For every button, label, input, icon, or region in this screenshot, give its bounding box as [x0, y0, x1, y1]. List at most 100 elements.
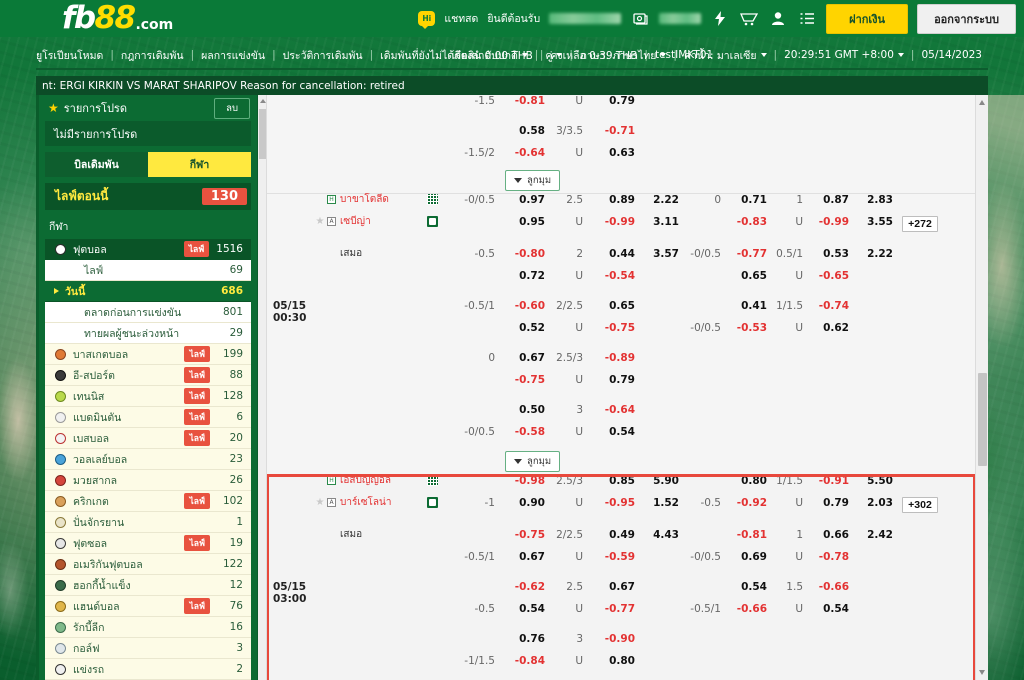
- handicap-odds-value[interactable]: 0.90: [501, 497, 549, 509]
- ou-line-value[interactable]: 3/3.5: [549, 125, 587, 137]
- one-x-two-cell[interactable]: 3.57: [641, 248, 685, 260]
- handicap-value[interactable]: -0.5/1: [451, 551, 501, 563]
- ou-half-line-value[interactable]: 1: [771, 194, 807, 206]
- ou-half-line-value[interactable]: 0.5/1: [771, 248, 807, 260]
- ou-odds-value[interactable]: 0.49: [587, 529, 641, 541]
- handicap-value[interactable]: -0/0.5: [451, 194, 501, 206]
- handicap-odds-value[interactable]: 0.67: [501, 352, 549, 364]
- chat-bubble-icon[interactable]: Hi: [418, 11, 436, 29]
- ou-half-line-value[interactable]: 1/1.5: [771, 300, 807, 312]
- handicap-odds-value[interactable]: 0.50: [501, 404, 549, 416]
- sidebar-sport-item[interactable]: ทายผลผู้ชนะล่วงหน้า 29: [45, 323, 251, 344]
- handicap-odds-value[interactable]: -0.84: [501, 655, 549, 667]
- list-icon[interactable]: [797, 10, 817, 28]
- ou-half-odds-value[interactable]: -0.91: [807, 475, 857, 487]
- one-x-two-cell[interactable]: 2.22: [641, 194, 685, 206]
- ou-half-line-value[interactable]: U: [771, 497, 807, 509]
- ou-odds-value[interactable]: -0.77: [587, 603, 641, 615]
- match-block[interactable]: H บาขาโตลีด -0/0.5 0.97 2.5 0.89 2.22 0 0.71 1 0.8…: [267, 194, 975, 475]
- nav-item-bet-history[interactable]: ประวัติการเดิมพัน: [283, 47, 363, 64]
- ou-odds-value[interactable]: -0.90: [587, 633, 641, 645]
- odds-value[interactable]: 0.63: [587, 147, 641, 159]
- handicap-half-value[interactable]: 0: [685, 194, 727, 206]
- live-stream-icon[interactable]: [427, 194, 438, 205]
- more-markets-button[interactable]: +302: [902, 497, 938, 513]
- ou-odds-value[interactable]: -0.54: [587, 270, 641, 282]
- handicap-odds-value[interactable]: 0.52: [501, 322, 549, 334]
- one-x-two-cell[interactable]: 4.43: [641, 529, 685, 541]
- odds-value[interactable]: 0.58: [501, 125, 549, 137]
- sidebar-sport-item[interactable]: รักบี้ลีก 16: [45, 617, 251, 638]
- inner-scrollbar-left[interactable]: [258, 95, 267, 680]
- ou-half-line-value[interactable]: U: [771, 322, 807, 334]
- corners-button[interactable]: ลูกมุม: [505, 170, 561, 191]
- live-now-row[interactable]: ไลฟ์ตอนนี้ 130: [45, 183, 251, 210]
- home-team-line[interactable]: H เอสปัญญ่อล: [327, 475, 427, 486]
- ou-odds-value[interactable]: 0.54: [587, 426, 641, 438]
- handicap-half-odds-value[interactable]: 0.80: [727, 475, 771, 487]
- ou-odds-value[interactable]: -0.95: [587, 497, 641, 509]
- away-team-line[interactable]: A เซบีญ่า: [327, 216, 427, 227]
- nav-odds-pair[interactable]: คู่: [545, 47, 552, 64]
- ou-half-line-value[interactable]: U: [771, 216, 807, 228]
- home-team-line[interactable]: H บาขาโตลีด: [327, 194, 427, 205]
- ou-odds-value[interactable]: 0.79: [587, 374, 641, 386]
- ou-line-value[interactable]: U: [549, 551, 587, 563]
- handicap-value[interactable]: -0.5: [451, 603, 501, 615]
- sidebar-sport-item[interactable]: ไลฟ์ 69: [45, 260, 251, 281]
- one-x-two-cell[interactable]: 5.90: [641, 475, 685, 487]
- odd-even-cell[interactable]: 5.50: [857, 475, 897, 487]
- odds-value[interactable]: -0.64: [501, 147, 549, 159]
- odd-even-cell[interactable]: 2.22: [857, 248, 897, 260]
- ou-half-odds-value[interactable]: 0.79: [807, 497, 857, 509]
- ou-odds-value[interactable]: -0.99: [587, 216, 641, 228]
- odds-value[interactable]: -0.81: [501, 95, 549, 107]
- ou-odds-value[interactable]: 0.65: [587, 300, 641, 312]
- favorite-star-icon[interactable]: ★: [313, 497, 327, 508]
- sidebar-sport-item[interactable]: วอลเลย์บอล 23: [45, 449, 251, 470]
- ou-line-value[interactable]: U: [549, 270, 587, 282]
- ou-half-line-value[interactable]: 1/1.5: [771, 475, 807, 487]
- handicap-half-value[interactable]: -0/0.5: [685, 322, 727, 334]
- handicap-odds-value[interactable]: 0.72: [501, 270, 549, 282]
- chevron-down-icon[interactable]: [556, 53, 563, 57]
- ou-line-value[interactable]: 2.5: [549, 581, 587, 593]
- scroll-thumb[interactable]: [259, 109, 266, 159]
- handicap-value[interactable]: -1: [451, 497, 501, 509]
- handicap-value[interactable]: -0.5: [451, 248, 501, 260]
- sidebar-sport-item[interactable]: แบดมินตัน ไลฟ์ 6: [45, 407, 251, 428]
- ou-odds-value[interactable]: 0.80: [587, 655, 641, 667]
- odd-even-cell[interactable]: 2.42: [857, 529, 897, 541]
- handicap-odds-value[interactable]: -0.80: [501, 248, 549, 260]
- handicap-half-odds-value[interactable]: 0.71: [727, 194, 771, 206]
- ou-line-value[interactable]: 2/2.5: [549, 529, 587, 541]
- handicap-half-odds-value[interactable]: 0.41: [727, 300, 771, 312]
- ou-half-line-value[interactable]: 1.5: [771, 581, 807, 593]
- ou-line-value[interactable]: U: [549, 655, 587, 667]
- handicap-half-value[interactable]: -0/0.5: [685, 248, 727, 260]
- handicap-half-odds-value[interactable]: -0.53: [727, 322, 771, 334]
- lightning-icon[interactable]: [710, 10, 730, 28]
- handicap-half-value[interactable]: -0/0.5: [685, 551, 727, 563]
- handicap-value[interactable]: -1.5: [451, 95, 501, 107]
- sidebar-sport-item[interactable]: ฮอกกี้น้ำแข็ง 12: [45, 575, 251, 596]
- ou-line-value[interactable]: U: [549, 95, 587, 107]
- nav-language[interactable]: ภาษา: ภาษาไทย: [580, 47, 657, 64]
- nav-odds-type[interactable]: ค่าน้ำ: มาเลเซีย: [684, 47, 757, 64]
- site-logo[interactable]: fb 88 .com: [62, 3, 173, 34]
- tab-bet-slip[interactable]: บิลเดิมพัน: [45, 152, 148, 177]
- sidebar-sport-item[interactable]: ปั่นจักรยาน 1: [45, 512, 251, 533]
- handicap-value[interactable]: -0.5/1: [451, 300, 501, 312]
- handicap-value[interactable]: -1.5/2: [451, 147, 501, 159]
- handicap-odds-value[interactable]: 0.97: [501, 194, 549, 206]
- sidebar-sport-item[interactable]: กอล์ฟ 3: [45, 638, 251, 659]
- away-team-line[interactable]: A บาร์เซโลน่า: [327, 497, 427, 508]
- handicap-half-value[interactable]: -0.5: [685, 497, 727, 509]
- chevron-down-icon[interactable]: [660, 53, 667, 57]
- sidebar-sport-item[interactable]: ฟุตซอล ไลฟ์ 19: [45, 533, 251, 554]
- sidebar-sport-item[interactable]: ฟุตบอล ไลฟ์ 1516: [45, 239, 251, 260]
- handicap-half-value[interactable]: -0.5/1: [685, 603, 727, 615]
- handicap-value[interactable]: -0/0.5: [451, 426, 501, 438]
- sidebar-sport-item[interactable]: คริกเกต ไลฟ์ 102: [45, 491, 251, 512]
- ou-half-odds-value[interactable]: 0.87: [807, 194, 857, 206]
